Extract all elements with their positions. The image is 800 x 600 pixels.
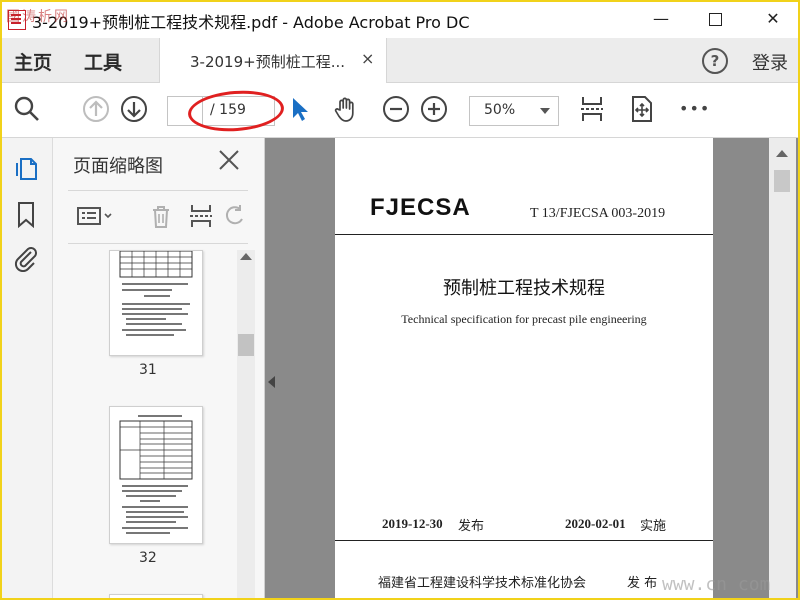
close-tab-icon[interactable]: × <box>361 49 374 68</box>
annotation-ellipse <box>186 87 286 135</box>
pointer-icon[interactable] <box>286 95 314 123</box>
chevron-down-icon <box>540 108 550 114</box>
standard-logo: FJECSA <box>370 194 471 221</box>
paperclip-icon[interactable] <box>12 244 40 272</box>
document-tab-label: 3-2019+预制桩工程... <box>190 53 346 71</box>
standard-code: T 13/FJECSA 003-2019 <box>530 206 666 221</box>
options-icon[interactable] <box>76 203 116 229</box>
tools-menu[interactable]: 工具 <box>84 48 122 75</box>
thumbnail-preview <box>119 251 193 336</box>
arrow-down-circle-icon[interactable] <box>120 95 148 123</box>
minus-circle-icon[interactable] <box>382 95 410 123</box>
signin-button[interactable]: 登录 <box>752 49 788 75</box>
issue-label: 发 布 <box>627 576 658 591</box>
close-window-button[interactable]: ✕ <box>750 2 796 36</box>
scrollbar-thumb[interactable] <box>774 170 790 192</box>
scroll-up-icon[interactable] <box>240 253 252 260</box>
publish-label: 发布 <box>458 519 485 534</box>
bookmark-icon[interactable] <box>12 200 40 228</box>
home-menu[interactable]: 主页 <box>14 48 52 75</box>
thumbnails-panel: 页面缩略图 31 32 <box>53 138 265 598</box>
rotate-icon[interactable] <box>224 203 246 229</box>
more-tools-icon[interactable]: ••• <box>679 99 710 118</box>
maximize-button[interactable] <box>692 2 738 36</box>
toolbar: / 159 50% ••• <box>2 83 798 138</box>
scrollbar-thumb[interactable] <box>238 334 254 356</box>
acrobat-window: 3-2019+预制桩工程技术规程.pdf - Adobe Acrobat Pro… <box>0 0 800 600</box>
publish-date: 2019-12-30 <box>382 516 443 531</box>
zoom-value: 50% <box>484 102 516 118</box>
close-icon[interactable] <box>217 148 241 172</box>
document-title-cn: 预制桩工程技术规程 <box>443 278 605 299</box>
maximize-icon <box>708 13 722 26</box>
menu-bar: 主页 工具 3-2019+预制桩工程... × ? 登录 <box>2 38 798 83</box>
document-title-en: Technical specification for precast pile… <box>401 312 647 326</box>
arrow-up-circle-icon[interactable] <box>82 95 110 123</box>
page-thumbnail[interactable] <box>109 250 203 356</box>
thumbnails-scrollbar[interactable] <box>237 250 255 598</box>
hand-icon[interactable] <box>332 95 360 123</box>
watermark-top-left: 國涛析网 <box>6 9 70 25</box>
search-icon[interactable] <box>13 95 41 123</box>
minimize-button[interactable]: — <box>638 2 684 36</box>
document-viewport: FJECSA T 13/FJECSA 003-2019 预制桩工程技术规程 Te… <box>265 138 798 598</box>
page-thumbnail[interactable] <box>109 406 203 544</box>
thumbnail-page-number: 31 <box>139 362 157 378</box>
issuing-organization: 福建省工程建设科学技术标准化协会 <box>378 576 587 591</box>
zoom-select[interactable]: 50% <box>469 96 559 126</box>
full-screen-icon[interactable] <box>628 95 656 123</box>
left-navigation-column <box>2 138 53 598</box>
watermark-bottom-right: www.cn com <box>662 574 771 595</box>
trash-icon[interactable] <box>148 203 174 229</box>
thumbnail-page-number: 32 <box>139 550 157 566</box>
header-rule <box>335 234 713 235</box>
pdf-page: FJECSA T 13/FJECSA 003-2019 预制桩工程技术规程 Te… <box>335 138 713 598</box>
document-tab[interactable]: 3-2019+预制桩工程... × <box>159 38 387 83</box>
thumbnail-preview <box>119 415 193 534</box>
footer-rule <box>335 540 713 541</box>
page-fit-icon[interactable] <box>578 95 606 123</box>
window-title: 3-2019+预制桩工程技术规程.pdf - Adobe Acrobat Pro… <box>32 13 470 32</box>
effective-date: 2020-02-01 <box>565 516 626 531</box>
insert-page-icon[interactable] <box>188 203 214 229</box>
title-bar: 3-2019+预制桩工程技术规程.pdf - Adobe Acrobat Pro… <box>2 2 798 38</box>
page-thumbnail[interactable] <box>109 594 203 598</box>
scroll-up-icon[interactable] <box>776 150 788 157</box>
page-thumbnails-icon[interactable] <box>12 154 40 182</box>
panel-toolbar <box>68 190 248 244</box>
effective-label: 实施 <box>640 519 667 534</box>
panel-title: 页面缩略图 <box>73 156 163 177</box>
help-icon[interactable]: ? <box>702 48 728 74</box>
document-scrollbar[interactable] <box>769 138 796 598</box>
plus-circle-icon[interactable] <box>420 95 448 123</box>
collapse-panel-icon[interactable] <box>268 376 275 388</box>
